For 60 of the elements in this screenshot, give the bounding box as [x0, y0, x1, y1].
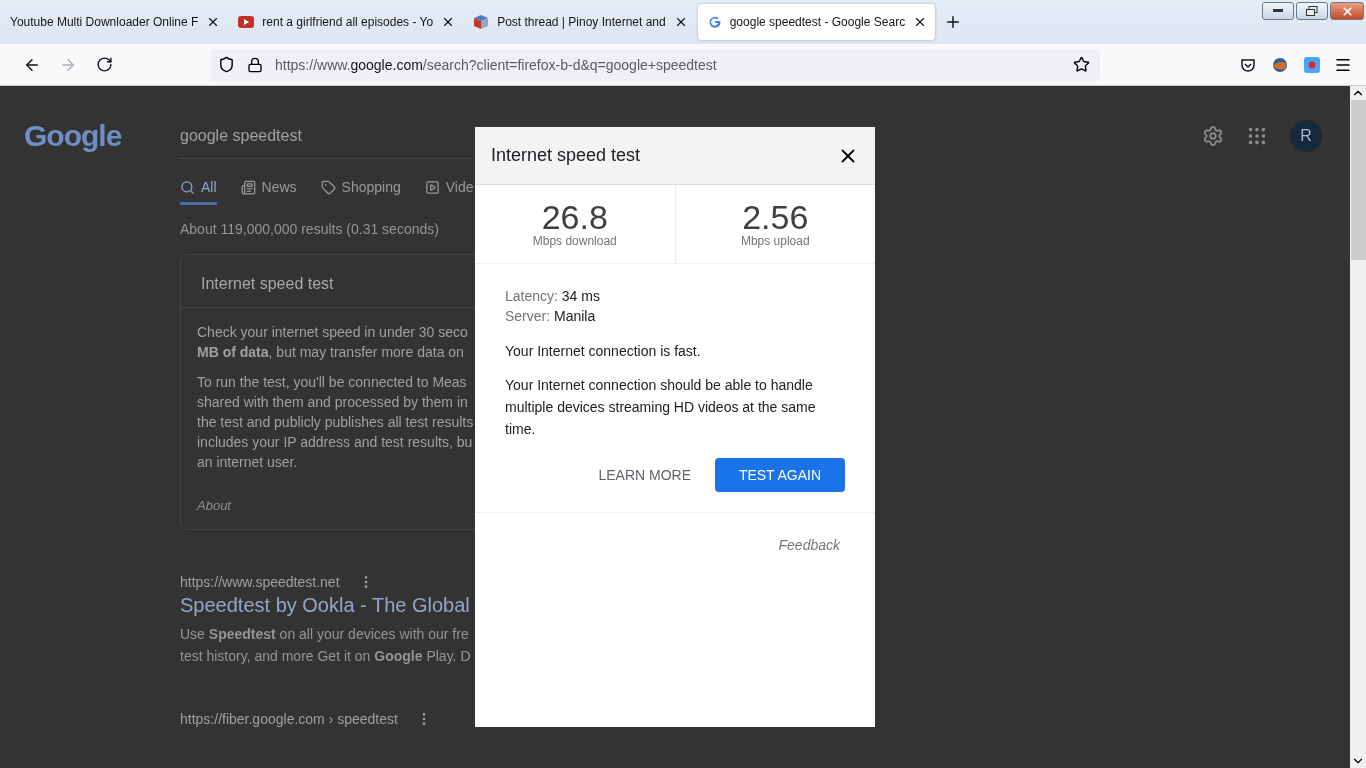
search-tab[interactable]: All: [180, 172, 217, 205]
record-icon[interactable]: [1304, 56, 1320, 73]
test-again-button[interactable]: TEST AGAIN: [715, 458, 845, 492]
browser-tab[interactable]: google speedtest - Google Searc: [697, 4, 936, 40]
settings-icon[interactable]: [1202, 125, 1224, 147]
about-link[interactable]: About: [197, 498, 231, 513]
close-window-button[interactable]: [1330, 2, 1364, 20]
result-url[interactable]: https://www.speedtest.net: [180, 574, 340, 590]
minimize-icon: [1273, 9, 1283, 13]
search-tab[interactable]: News: [240, 172, 297, 205]
result-stats: About 119,000,000 results (0.31 seconds): [180, 221, 439, 237]
url-field[interactable]: https://www.google.com/search?client=firefox-b-d&q=google+speedtest: [210, 48, 1100, 81]
browser-tab[interactable]: Youtube Multi Downloader Online F: [0, 0, 229, 44]
text-line: To run the test, you'll be connected to Meas: [197, 373, 467, 392]
play-icon: [424, 179, 440, 195]
result-url[interactable]: https://fiber.google.com › speedtest: [180, 711, 398, 727]
result-title[interactable]: Speedtest by Ookla - The Global: [180, 594, 470, 617]
search-tab[interactable]: Shopping: [320, 172, 401, 205]
description-text: Your Internet connection should be able to handle multiple devices streaming HD videos at the same time.: [505, 376, 817, 439]
text-line: shared with them and processed by them in: [197, 393, 468, 412]
shield-icon[interactable]: [218, 56, 235, 73]
text-line: Check your internet speed in under 30 seco: [197, 323, 468, 342]
text-line: the test and publicly publishes all test results: [197, 413, 474, 432]
speed-unit: Mbps upload: [740, 234, 810, 248]
scrollbar-thumb[interactable]: [1350, 100, 1366, 260]
text-line: includes your IP address and test results, bu: [197, 433, 473, 452]
dialog-title: Internet speed test: [491, 145, 641, 166]
apps-icon[interactable]: [1246, 125, 1268, 147]
newspaper-icon: [240, 179, 256, 195]
pocket-icon[interactable]: [1240, 56, 1256, 73]
learn-more-button[interactable]: LEARN MORE: [598, 458, 691, 492]
browser-tab[interactable]: rent a girlfriend all episodes - Yo: [228, 0, 464, 44]
speed-value: 26.8: [541, 200, 608, 234]
search-tab[interactable]: Vide: [424, 172, 474, 205]
globe-icon[interactable]: [1270, 55, 1290, 74]
close-icon: [1340, 4, 1354, 18]
speed-unit: Mbps download: [532, 234, 617, 248]
snippet-line: test history, and more Get it on Google Play. D: [180, 647, 471, 666]
lock-icon: [247, 56, 263, 73]
snippet-line: Use Speedtest on all your devices with our fre: [180, 625, 469, 644]
logo[interactable]: Google: [24, 119, 180, 153]
reload-icon[interactable]: [95, 56, 113, 73]
verdict-text: Your Internet connection is fast.: [505, 342, 702, 361]
text-line: MB of data, but may transfer more data on: [197, 343, 464, 362]
tag-icon: [320, 179, 336, 195]
restore-icon: [1306, 6, 1318, 16]
speed-value: 2.56: [742, 200, 809, 234]
avatar[interactable]: R: [1290, 120, 1322, 152]
g-logo-icon: [707, 15, 722, 29]
cube-icon: [473, 14, 490, 30]
minimize-button[interactable]: [1262, 2, 1294, 20]
feedback-link[interactable]: Feedback: [778, 537, 840, 553]
detail-text: Server: Manila: [505, 307, 597, 326]
star-icon[interactable]: [1073, 56, 1090, 73]
video-icon: [238, 16, 255, 28]
restore-button[interactable]: [1296, 2, 1328, 20]
browser-tab[interactable]: Post thread | Pinoy Internet and: [463, 0, 696, 44]
search-icon: [180, 179, 195, 195]
detail-text: Latency: 34 ms: [505, 287, 601, 306]
text-line: an internet user.: [197, 453, 298, 472]
